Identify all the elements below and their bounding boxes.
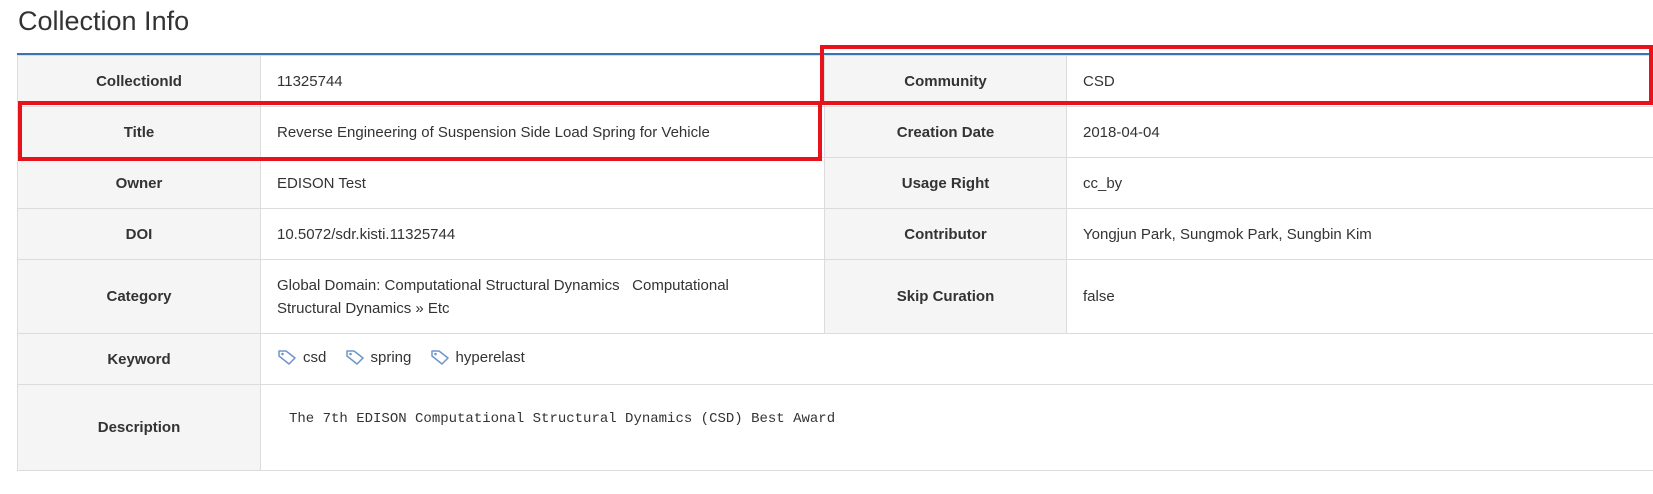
keyword-tag[interactable]: csd <box>277 349 326 366</box>
page-title: Collection Info <box>18 6 190 36</box>
table-row: Description The 7th EDISON Computational… <box>17 384 1653 471</box>
tag-icon <box>430 350 449 365</box>
doi-label: DOI <box>17 208 261 260</box>
usage-right-label: Usage Right <box>824 157 1067 209</box>
keyword-tag[interactable]: hyperelast <box>430 349 525 366</box>
community-value: CSD <box>1066 55 1653 107</box>
owner-label: Owner <box>17 157 261 209</box>
description-label: Description <box>17 384 261 471</box>
title-value: Reverse Engineering of Suspension Side L… <box>260 106 825 158</box>
collection-id-label: CollectionId <box>17 55 261 107</box>
usage-right-value: cc_by <box>1066 157 1653 209</box>
collection-info-table: CollectionId 11325744 Community CSD Titl… <box>17 55 1653 471</box>
category-label: Category <box>17 259 261 334</box>
description-value: The 7th EDISON Computational Structural … <box>260 384 1653 471</box>
category-value-line-1: Global Domain: Computational Structural … <box>277 276 729 294</box>
tag-icon <box>278 350 296 365</box>
keyword-tag-label: csd <box>303 348 327 366</box>
table-row: DOI 10.5072/sdr.kisti.11325744 Contribut… <box>17 208 1653 260</box>
table-row: Keyword csd spring hyperelast <box>17 333 1653 385</box>
collection-id-value: 11325744 <box>260 55 825 107</box>
category-value-line-2: Structural Dynamics » Etc <box>277 299 450 317</box>
description-text: The 7th EDISON Computational Structural … <box>289 410 836 427</box>
creation-date-label: Creation Date <box>824 106 1067 158</box>
contributor-label: Contributor <box>824 208 1067 260</box>
title-label: Title <box>17 106 261 158</box>
table-row: Title Reverse Engineering of Suspension … <box>17 106 1653 158</box>
keyword-label: Keyword <box>17 333 261 385</box>
creation-date-value: 2018-04-04 <box>1066 106 1653 158</box>
table-row: CollectionId 11325744 Community CSD <box>17 55 1653 107</box>
keyword-value: csd spring hyperelast <box>260 333 1653 385</box>
contributor-value: Yongjun Park, Sungmok Park, Sungbin Kim <box>1066 208 1653 260</box>
table-row: Category Global Domain: Computational St… <box>17 259 1653 334</box>
community-label: Community <box>824 55 1067 107</box>
skip-curation-value: false <box>1066 259 1653 334</box>
keyword-tag-label: hyperelast <box>455 348 525 366</box>
tag-icon <box>345 350 364 365</box>
owner-value: EDISON Test <box>260 157 825 209</box>
category-value: Global Domain: Computational Structural … <box>260 259 825 334</box>
table-row: Owner EDISON Test Usage Right cc_by <box>17 157 1653 209</box>
keyword-tag-label: spring <box>370 348 412 366</box>
skip-curation-label: Skip Curation <box>824 259 1067 334</box>
doi-value: 10.5072/sdr.kisti.11325744 <box>260 208 825 260</box>
keyword-tag[interactable]: spring <box>345 348 412 366</box>
